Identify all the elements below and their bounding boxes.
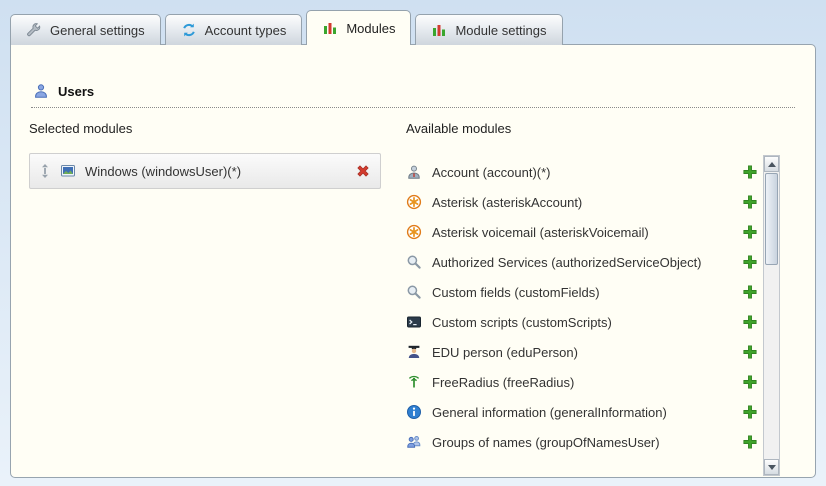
tab-label: Modules [346, 21, 395, 36]
available-module-row: Authorized Services (authorizedServiceOb… [406, 247, 758, 277]
tab-account-types[interactable]: Account types [165, 14, 303, 45]
module-label: FreeRadius (freeRadius) [432, 375, 732, 390]
tab-label: Module settings [455, 23, 546, 38]
edu-person-icon [406, 344, 422, 360]
groups-icon [406, 434, 422, 450]
asterisk-voicemail-icon [406, 224, 422, 240]
add-module-button[interactable] [742, 254, 758, 270]
module-label: Authorized Services (authorizedServiceOb… [432, 255, 732, 270]
available-module-row: Groups of names (groupOfNamesUser) [406, 427, 758, 457]
section-header: Users [33, 83, 94, 99]
selected-modules-list: Windows (windowsUser)(*) [29, 153, 381, 189]
tab-general-settings[interactable]: General settings [10, 14, 161, 45]
add-module-button[interactable] [742, 164, 758, 180]
module-label: EDU person (eduPerson) [432, 345, 732, 360]
module-label: Custom fields (customFields) [432, 285, 732, 300]
magnifier-icon [406, 284, 422, 300]
script-icon [406, 314, 422, 330]
module-label: Asterisk (asteriskAccount) [432, 195, 732, 210]
module-label: General information (generalInformation) [432, 405, 732, 420]
scrollbar-thumb[interactable] [765, 173, 778, 265]
asterisk-icon [406, 194, 422, 210]
available-module-row: Asterisk (asteriskAccount) [406, 187, 758, 217]
available-module-row: FreeRadius (freeRadius) [406, 367, 758, 397]
module-label: Groups of names (groupOfNamesUser) [432, 435, 732, 450]
tab-modules[interactable]: Modules [306, 10, 411, 45]
tab-module-settings[interactable]: Module settings [415, 14, 562, 45]
tab-bar: General settings Account types Modules Modu… [10, 10, 563, 45]
add-module-button[interactable] [742, 434, 758, 450]
info-icon [406, 404, 422, 420]
add-module-button[interactable] [742, 344, 758, 360]
available-module-row: General information (generalInformation) [406, 397, 758, 427]
wrench-icon [26, 22, 42, 38]
module-label: Asterisk voicemail (asteriskVoicemail) [432, 225, 732, 240]
freeradius-icon [406, 374, 422, 390]
drag-handle-icon[interactable] [39, 163, 51, 179]
scrollbar-down-button[interactable] [764, 459, 779, 475]
users-icon [33, 83, 49, 99]
scrollbar-up-button[interactable] [764, 156, 779, 172]
available-module-row: Custom scripts (customScripts) [406, 307, 758, 337]
module-label: Account (account)(*) [432, 165, 732, 180]
modules-panel: Users Selected modules Available modules… [10, 44, 816, 478]
available-module-row: EDU person (eduPerson) [406, 337, 758, 367]
magnifier-icon [406, 254, 422, 270]
available-modules-scrollbar[interactable] [763, 155, 780, 476]
tab-label: General settings [50, 23, 145, 38]
add-module-button[interactable] [742, 194, 758, 210]
add-module-button[interactable] [742, 284, 758, 300]
section-title: Users [58, 84, 94, 99]
available-module-row: Custom fields (customFields) [406, 277, 758, 307]
arrow-up-icon [768, 162, 776, 167]
selected-modules-label: Selected modules [29, 121, 132, 136]
available-module-row: Account (account)(*) [406, 157, 758, 187]
remove-module-button[interactable] [355, 163, 371, 179]
account-icon [406, 164, 422, 180]
available-modules-list: Account (account)(*) Asterisk (asteriskAc… [406, 157, 758, 457]
modules-icon [322, 20, 338, 36]
selected-module-row: Windows (windowsUser)(*) [29, 153, 381, 189]
account-types-icon [181, 22, 197, 38]
available-modules-label: Available modules [406, 121, 511, 136]
available-module-row: Asterisk voicemail (asteriskVoicemail) [406, 217, 758, 247]
scrollbar-track[interactable] [764, 266, 779, 459]
tab-label: Account types [205, 23, 287, 38]
add-module-button[interactable] [742, 404, 758, 420]
section-divider [31, 107, 795, 108]
arrow-down-icon [768, 465, 776, 470]
add-module-button[interactable] [742, 314, 758, 330]
add-module-button[interactable] [742, 374, 758, 390]
module-label: Custom scripts (customScripts) [432, 315, 732, 330]
module-label: Windows (windowsUser)(*) [85, 164, 346, 179]
add-module-button[interactable] [742, 224, 758, 240]
module-settings-icon [431, 22, 447, 38]
windows-module-icon [60, 163, 76, 179]
